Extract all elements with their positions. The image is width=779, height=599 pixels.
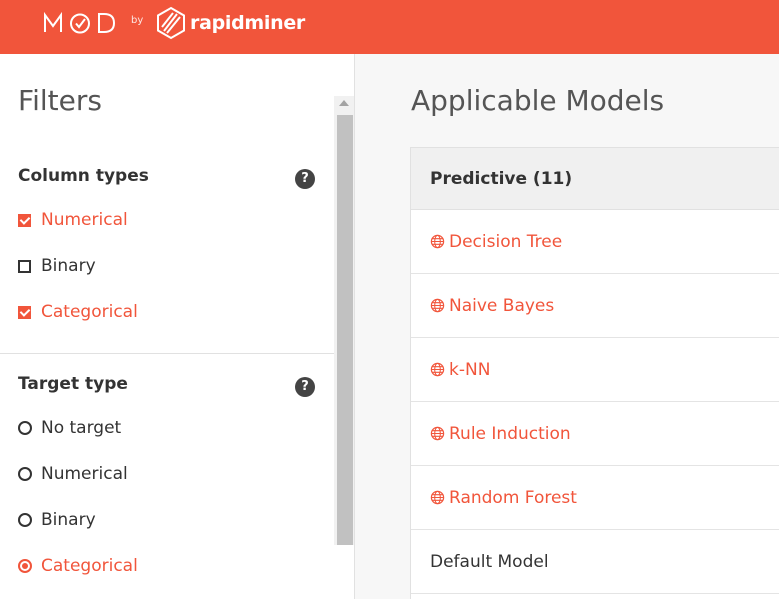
group-header-label: Predictive (11) [430, 169, 573, 189]
radio-unselected-icon [18, 513, 32, 527]
mod-logo[interactable] [42, 10, 122, 36]
checkbox-label: Numerical [41, 210, 128, 230]
rapidminer-logo[interactable]: rapidminer [156, 6, 305, 40]
model-row-random-forest[interactable]: Random Forest [411, 466, 779, 530]
scroll-up-arrow-icon[interactable] [339, 100, 349, 106]
rapidminer-wordmark: rapidminer [190, 12, 305, 34]
checkbox-checked-icon [18, 305, 31, 319]
globe-icon [430, 298, 445, 313]
radio-label: Binary [41, 510, 96, 530]
logo-by-text: by [131, 15, 144, 26]
models-table: Predictive (11) Decision Tree Naive Baye… [410, 147, 779, 599]
radio-unselected-icon [18, 421, 32, 435]
checkbox-unchecked-icon [18, 259, 31, 273]
model-row-rule-induction[interactable]: Rule Induction [411, 402, 779, 466]
model-row-decision-tree[interactable]: Decision Tree [411, 210, 779, 274]
column-types-help-icon[interactable]: ? [295, 169, 315, 189]
radio-label: No target [41, 418, 122, 438]
model-link[interactable]: Random Forest [449, 488, 577, 508]
radio-label: Numerical [41, 464, 128, 484]
section-divider [0, 353, 334, 354]
model-link[interactable]: Decision Tree [449, 232, 562, 252]
column-types-title: Column types [18, 166, 149, 186]
target-numerical-radio[interactable]: Numerical [18, 464, 128, 484]
model-row-knn[interactable]: k-NN [411, 338, 779, 402]
model-link[interactable]: Naive Bayes [449, 296, 554, 316]
model-label: Default Model [430, 551, 549, 572]
target-binary-radio[interactable]: Binary [18, 510, 96, 530]
mod-logo-icon [44, 11, 116, 34]
checkbox-label: Binary [41, 256, 96, 276]
model-row-naive-bayes[interactable]: Naive Bayes [411, 274, 779, 338]
globe-icon [430, 426, 445, 441]
top-bar: by rapidminer [0, 0, 779, 54]
checkbox-checked-icon [18, 213, 31, 227]
column-type-categorical-checkbox[interactable]: Categorical [18, 302, 138, 322]
radio-unselected-icon [18, 467, 32, 481]
target-type-help-icon[interactable]: ? [295, 377, 315, 397]
target-no-target-radio[interactable]: No target [18, 418, 121, 438]
checkbox-label: Categorical [41, 302, 138, 322]
filters-title: Filters [18, 84, 102, 117]
predictive-group-header[interactable]: Predictive (11) [411, 148, 779, 210]
model-link[interactable]: Rule Induction [449, 424, 571, 444]
radio-selected-icon [18, 559, 32, 573]
rapidminer-mark-icon [157, 6, 185, 40]
radio-label: Categorical [41, 556, 138, 576]
target-categorical-radio[interactable]: Categorical [18, 556, 138, 576]
model-link[interactable]: k-NN [449, 360, 490, 380]
target-type-title: Target type [18, 374, 128, 394]
column-type-numerical-checkbox[interactable]: Numerical [18, 210, 128, 230]
filters-panel: Filters Column types ? Numerical Binary … [0, 54, 355, 599]
page-title: Applicable Models [411, 84, 665, 117]
globe-icon [430, 490, 445, 505]
model-row-default-model[interactable]: Default Model [411, 530, 779, 594]
column-type-binary-checkbox[interactable]: Binary [18, 256, 96, 276]
scrollbar-thumb[interactable] [337, 115, 353, 545]
globe-icon [430, 362, 445, 377]
globe-icon [430, 234, 445, 249]
